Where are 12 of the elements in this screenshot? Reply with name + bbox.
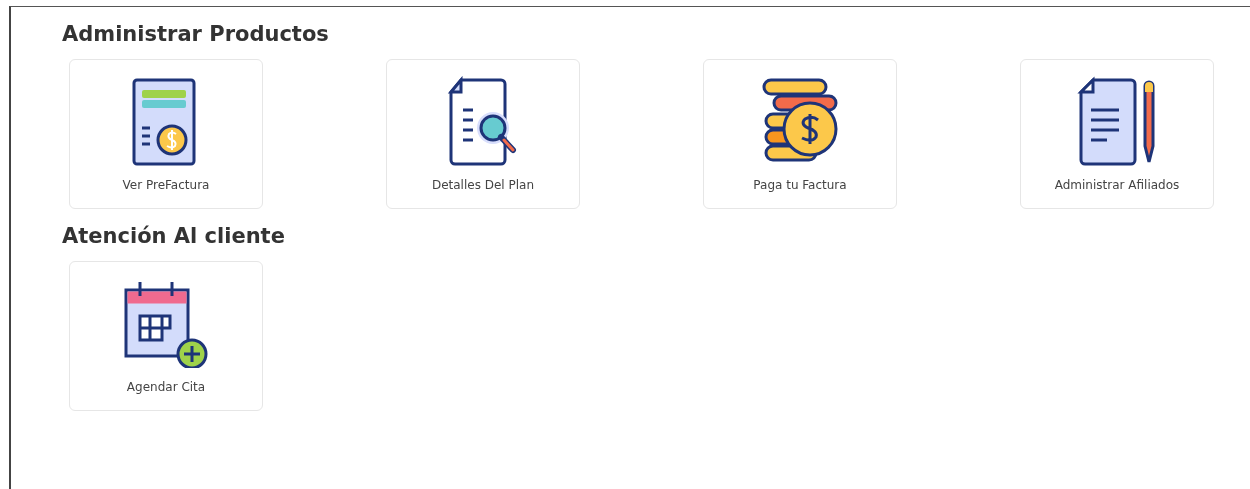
tile-label: Agendar Cita (126, 380, 206, 394)
menu-tile[interactable]: Detalles Del Plan (386, 59, 580, 209)
tile-label: Administrar Afiliados (1054, 178, 1180, 192)
tile-label: Ver PreFactura (122, 178, 210, 192)
menu-tile[interactable]: Paga tu Factura (703, 59, 897, 209)
tile-label: Paga tu Factura (753, 178, 847, 192)
menu-tile[interactable]: Administrar Afiliados (1020, 59, 1214, 209)
tile-label: Detalles Del Plan (431, 178, 535, 192)
menu-tile[interactable]: Agendar Cita (69, 261, 263, 411)
menu-tile[interactable]: Ver PreFactura (69, 59, 263, 209)
section-heading: Atención Al cliente (62, 223, 286, 249)
section-heading: Administrar Productos (62, 21, 330, 47)
